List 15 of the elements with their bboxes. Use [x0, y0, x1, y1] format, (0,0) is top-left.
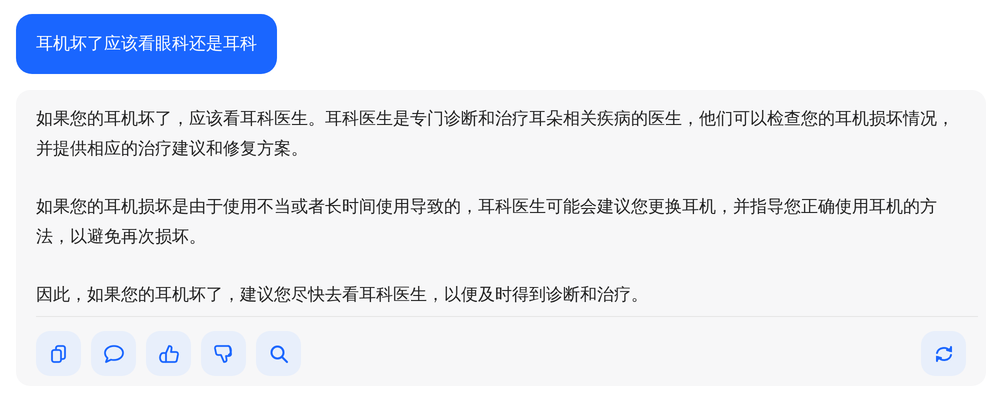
- thumbs-up-icon: [158, 342, 180, 364]
- thumbs-down-icon: [212, 342, 234, 364]
- answer-paragraph: 如果您的耳机坏了，应该看耳科医生。耳科医生是专门诊断和治疗耳朵相关疾病的医生，他们可以检查您的耳机损坏情况，并提供相应的治疗建议和修复方案。: [36, 108, 955, 161]
- answer-paragraph: 因此，如果您的耳机坏了，建议您尽快去看耳科医生，以便及时得到诊断和治疗。: [36, 284, 649, 307]
- chat-bubble-icon: [102, 344, 124, 364]
- search-button[interactable]: [256, 331, 301, 376]
- question-bubble: 耳机坏了应该看眼科还是耳科: [16, 14, 277, 74]
- copy-icon: [48, 344, 68, 364]
- regenerate-button[interactable]: [921, 331, 966, 376]
- search-icon: [268, 344, 288, 364]
- thumbs-down-button[interactable]: [201, 331, 246, 376]
- answer-paragraph: 如果您的耳机损坏是由于使用不当或者长时间使用导致的，耳科医生可能会建议您更换耳机，并指导您正确使用耳机的方法，以避免再次损坏。: [36, 196, 938, 249]
- chat-bubble-button[interactable]: [91, 331, 136, 376]
- thumbs-up-button[interactable]: [146, 331, 191, 376]
- copy-button[interactable]: [36, 331, 81, 376]
